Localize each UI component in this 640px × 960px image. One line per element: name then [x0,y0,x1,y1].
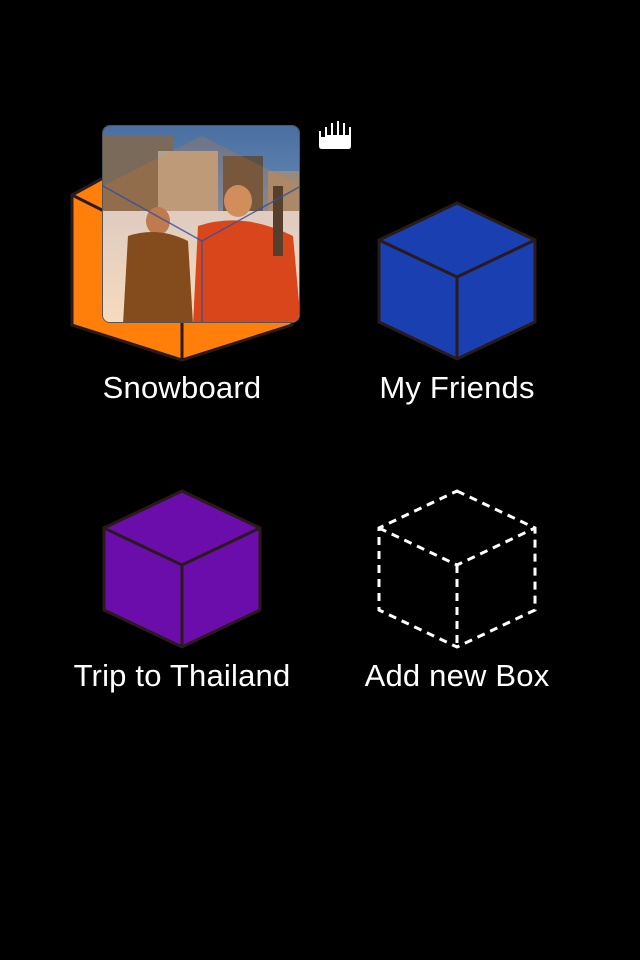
box-tile-snowboard[interactable]: Snowboard [52,120,312,410]
box-label: Add new Box [364,658,550,693]
dashed-cube-icon [377,489,537,649]
snowboard-photo-thumbnail[interactable] [102,125,300,323]
blue-cube-icon [377,201,537,361]
add-new-box-button[interactable]: Add new Box [327,488,587,778]
photo-image [103,126,299,322]
box-label: Trip to Thailand [73,658,291,693]
box-tile-trip-to-thailand[interactable]: Trip to Thailand [52,488,312,778]
box-label: Snowboard [102,370,262,405]
purple-cube-icon [102,489,262,649]
grab-hand-icon [314,116,356,152]
box-label: My Friends [379,370,535,405]
box-tile-my-friends[interactable]: My Friends [327,200,587,490]
